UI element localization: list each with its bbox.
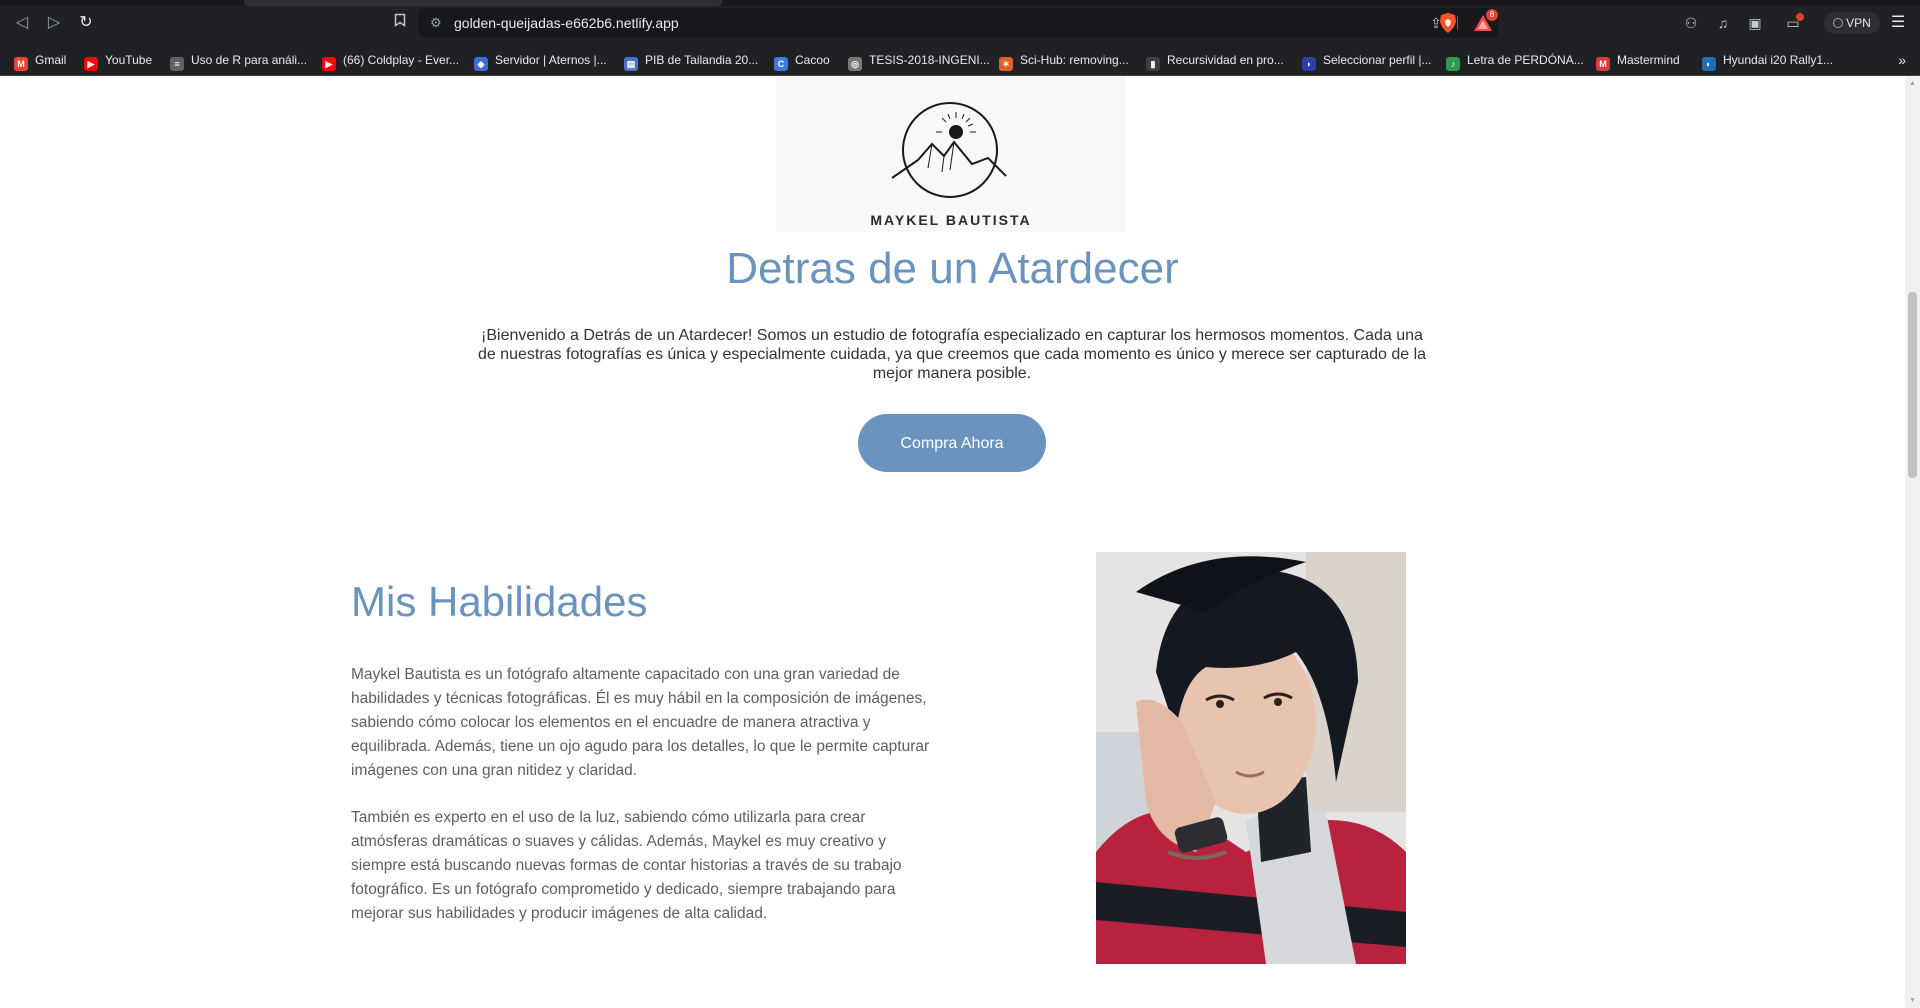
bookmark-page-button[interactable] xyxy=(390,12,410,34)
youtube-icon: ▶ xyxy=(322,57,336,71)
profile-icon: ◗ xyxy=(1302,57,1316,71)
portrait-photo xyxy=(1096,552,1406,964)
cacoo-icon: C xyxy=(774,57,788,71)
skills-heading: Mis Habilidades xyxy=(351,578,648,625)
bookmark-label: PIB de Tailandia 20... xyxy=(645,53,759,67)
reload-icon[interactable]: ↻ xyxy=(74,12,98,34)
bookmark-label: Uso de R para análi... xyxy=(191,53,308,67)
forward-icon[interactable]: ▷ xyxy=(42,12,66,34)
bookmark-item[interactable]: M Gmail xyxy=(14,45,66,75)
url-text[interactable]: golden-queijadas-e662b6.netlify.app xyxy=(454,8,679,38)
back-icon[interactable]: ◁ xyxy=(10,12,34,34)
bookmark-item[interactable]: ▤ PIB de Tailandia 20... xyxy=(624,45,758,75)
bookmark-label: (66) Coldplay - Ever... xyxy=(343,53,460,67)
extensions-icon[interactable]: ⚇ xyxy=(1680,12,1702,34)
mountain-sun-logo-icon xyxy=(891,102,1007,198)
address-bar[interactable]: ⚙ golden-queijadas-e662b6.netlify.app ⇪ xyxy=(418,8,1498,38)
bookmark-label: Cacoo xyxy=(795,53,830,67)
bookmark-icon xyxy=(394,13,406,27)
bookmark-label: Recursividad en pro... xyxy=(1167,53,1284,67)
portrait-image xyxy=(1096,552,1406,964)
bookmark-item[interactable]: ▶ (66) Coldplay - Ever... xyxy=(322,45,459,75)
bookmark-item[interactable]: ▶ YouTube xyxy=(84,45,152,75)
vpn-status-icon xyxy=(1833,18,1844,28)
skills-paragraph-1: Maykel Bautista es un fotógrafo altament… xyxy=(351,666,930,779)
logo-text: MAYKEL BAUTISTA xyxy=(870,212,1032,228)
rewards-badge: 8 xyxy=(1486,9,1498,21)
bookmark-item[interactable]: ◐ Hyundai i20 Rally1... xyxy=(1702,45,1833,75)
bookmark-item[interactable]: ◎ TESIS-2018-INGENI... xyxy=(848,45,990,75)
skills-paragraph-2: También es experto en el uso de la luz, … xyxy=(351,809,902,922)
chart-icon: ▤ xyxy=(624,57,638,71)
intro-text: ¡Bienvenido a Detrás de un Atardecer! So… xyxy=(477,327,1427,382)
globe-icon: ◎ xyxy=(848,57,862,71)
bookmark-item[interactable]: ◆ Servidor | Aternos |... xyxy=(474,45,607,75)
aternos-icon: ◆ xyxy=(474,57,488,71)
media-controls-icon[interactable]: ♫ xyxy=(1712,12,1734,34)
page-title: Detras de un Atardecer xyxy=(726,244,1179,293)
bookmark-item[interactable]: ♪ Letra de PERDÓNA... xyxy=(1446,45,1584,75)
bookmark-item[interactable]: C Cacoo xyxy=(774,45,830,75)
page-scrollbar[interactable]: ▲ ▼ xyxy=(1905,76,1920,1008)
menu-icon[interactable]: ☰ xyxy=(1888,12,1908,34)
bookmark-item[interactable]: ✶ Sci-Hub: removing... xyxy=(999,45,1129,75)
active-tab[interactable] xyxy=(244,0,722,6)
bookmark-label: Seleccionar perfil |... xyxy=(1323,53,1432,67)
vpn-button[interactable]: VPN xyxy=(1824,12,1880,34)
bookmark-label: Gmail xyxy=(35,53,67,67)
buy-now-button[interactable]: Compra Ahora xyxy=(858,414,1046,472)
brave-shields-button[interactable] xyxy=(1438,12,1458,34)
scroll-up-icon[interactable]: ▲ xyxy=(1908,79,1917,88)
youtube-icon: ▶ xyxy=(84,57,98,71)
scihub-icon: ✶ xyxy=(999,57,1013,71)
bookmark-item[interactable]: M Mastermind xyxy=(1596,45,1680,75)
browser-toolbar: ◁ ▷ ↻ ⚙ golden-queijadas-e662b6.netlify.… xyxy=(0,0,1920,45)
hyundai-icon: ◐ xyxy=(1702,57,1716,71)
bookmark-item[interactable]: ≡ Uso de R para análi... xyxy=(170,45,307,75)
wallet-icon[interactable]: ▭ xyxy=(1782,12,1804,34)
mastermind-icon: M xyxy=(1596,57,1610,71)
bookmark-label: Sci-Hub: removing... xyxy=(1020,53,1129,67)
vpn-label: VPN xyxy=(1846,16,1871,30)
bookmark-item[interactable]: ◗ Seleccionar perfil |... xyxy=(1302,45,1432,75)
site-settings-icon[interactable]: ⚙ xyxy=(430,15,446,31)
lyrics-icon: ♪ xyxy=(1446,57,1460,71)
lion-shield-icon xyxy=(1440,13,1456,33)
bookmark-page-icon: ▮ xyxy=(1146,57,1160,71)
bookmark-item[interactable]: ▮ Recursividad en pro... xyxy=(1146,45,1284,75)
web-page: MAYKEL BAUTISTA Detras de un Atardecer ¡… xyxy=(0,76,1905,1008)
bookmark-label: Servidor | Aternos |... xyxy=(495,53,607,67)
gmail-icon: M xyxy=(14,57,28,71)
tab-strip xyxy=(0,0,1920,6)
bookmarks-bar: » M Gmail ▶ YouTube ≡ Uso de R para análi... ▶… xyxy=(0,45,1920,76)
bookmark-label: Mastermind xyxy=(1617,53,1680,67)
brave-rewards-button[interactable]: 8 xyxy=(1472,9,1498,34)
sidebar-toggle-icon[interactable]: ▣ xyxy=(1744,12,1766,34)
scroll-down-icon[interactable]: ▼ xyxy=(1908,996,1917,1005)
bookmark-label: Letra de PERDÓNA... xyxy=(1467,53,1584,67)
scrollbar-thumb[interactable] xyxy=(1908,292,1917,478)
brand-logo: MAYKEL BAUTISTA xyxy=(776,76,1126,232)
bookmark-label: Hyundai i20 Rally1... xyxy=(1723,53,1834,67)
document-icon: ≡ xyxy=(170,57,184,71)
more-bookmarks-icon[interactable]: » xyxy=(1898,45,1906,75)
bookmark-label: TESIS-2018-INGENI... xyxy=(869,53,990,67)
wallet-badge xyxy=(1796,13,1804,21)
bookmark-label: YouTube xyxy=(105,53,153,67)
